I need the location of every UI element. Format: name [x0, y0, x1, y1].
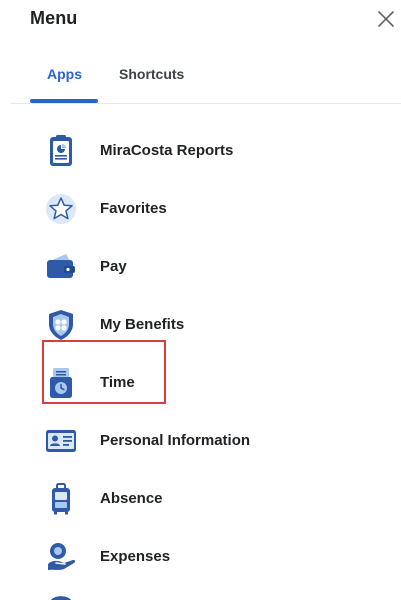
menu-item-miracosta-reports[interactable]: MiraCosta Reports — [44, 128, 364, 174]
menu-item-label: MiraCosta Reports — [100, 142, 234, 159]
luggage-icon — [52, 483, 70, 515]
star-icon — [46, 194, 76, 224]
menu-tabs: Apps Shortcuts — [0, 0, 401, 105]
tab-shortcuts[interactable]: Shortcuts — [119, 66, 184, 82]
menu-item-pay[interactable]: Pay — [44, 244, 364, 290]
tabs-divider — [10, 103, 401, 104]
menu-item-absence[interactable]: Absence — [44, 476, 364, 522]
menu-item-label: Favorites — [100, 200, 167, 217]
menu-item-label: Absence — [100, 490, 163, 507]
menu-item-time[interactable]: Time — [44, 360, 364, 406]
menu-item-favorites[interactable]: Favorites — [44, 186, 364, 232]
time-clock-icon — [50, 368, 72, 398]
menu-item-label: Expenses — [100, 548, 171, 565]
wallet-icon — [47, 254, 75, 278]
menu-item-label: Time — [100, 374, 135, 391]
menu-item-personal-information[interactable]: Personal Information — [44, 418, 364, 464]
menu-item-my-benefits[interactable]: My Benefits — [44, 302, 364, 348]
menu-item-label: My Benefits — [100, 316, 185, 333]
report-clipboard-icon — [50, 135, 72, 166]
menu-item-expenses[interactable]: Expenses — [44, 534, 364, 580]
shield-icon — [49, 310, 73, 340]
next-app-icon — [51, 596, 71, 600]
expenses-icon — [48, 543, 76, 570]
tab-apps[interactable]: Apps — [47, 66, 82, 82]
menu-item-label: Personal Information — [100, 432, 251, 449]
id-card-icon — [46, 430, 76, 452]
menu-item-label: Pay — [100, 258, 127, 275]
